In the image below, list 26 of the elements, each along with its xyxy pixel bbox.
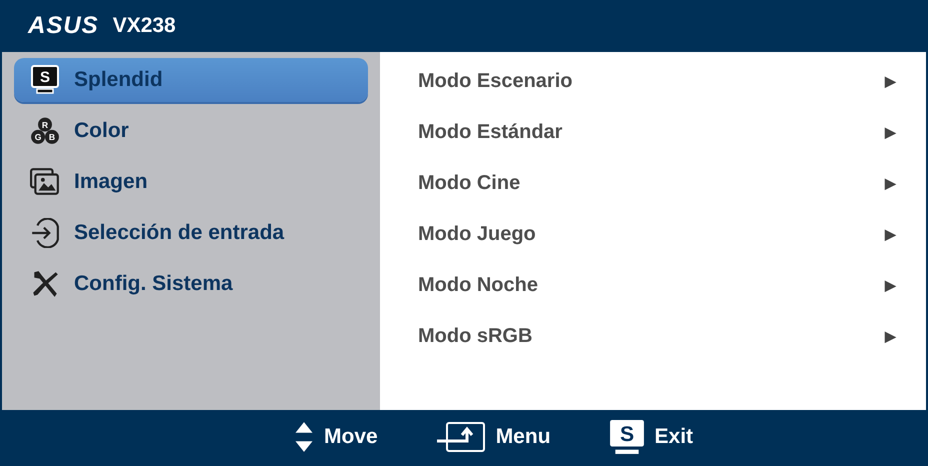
brand-logo: ASUS: [28, 12, 99, 40]
arrow-icon: ▶: [885, 328, 896, 344]
sidebar-item[interactable]: S Splendid: [14, 58, 368, 102]
input-icon: [30, 218, 60, 248]
sidebar-item[interactable]: Selección de entrada: [14, 211, 368, 255]
menu-option[interactable]: Modo Cine ▶: [418, 162, 896, 204]
menu-option[interactable]: Modo Estándar ▶: [418, 111, 896, 153]
sidebar-item[interactable]: Config. Sistema: [14, 262, 368, 306]
footer-label: Exit: [654, 425, 694, 449]
sidebar-item[interactable]: Imagen: [14, 160, 368, 204]
enter-icon: [436, 421, 486, 453]
image-icon: [30, 167, 60, 197]
arrow-icon: ▶: [885, 124, 896, 140]
menu-option[interactable]: Modo Noche ▶: [418, 264, 896, 306]
model-name: VX238: [112, 14, 176, 38]
menu-option[interactable]: Modo Escenario ▶: [418, 60, 896, 102]
arrow-icon: ▶: [885, 73, 896, 89]
footer-label: Menu: [496, 425, 551, 449]
footer-label: Move: [324, 425, 378, 449]
menu-option[interactable]: Modo sRGB ▶: [418, 315, 896, 357]
arrow-icon: ▶: [885, 226, 896, 242]
menu-option[interactable]: Modo Juego ▶: [418, 213, 896, 255]
sidebar-item[interactable]: R G B Color: [14, 109, 368, 153]
arrow-icon: ▶: [885, 175, 896, 191]
up-down-arrows-icon: [294, 420, 314, 454]
arrow-icon: ▶: [885, 277, 896, 293]
